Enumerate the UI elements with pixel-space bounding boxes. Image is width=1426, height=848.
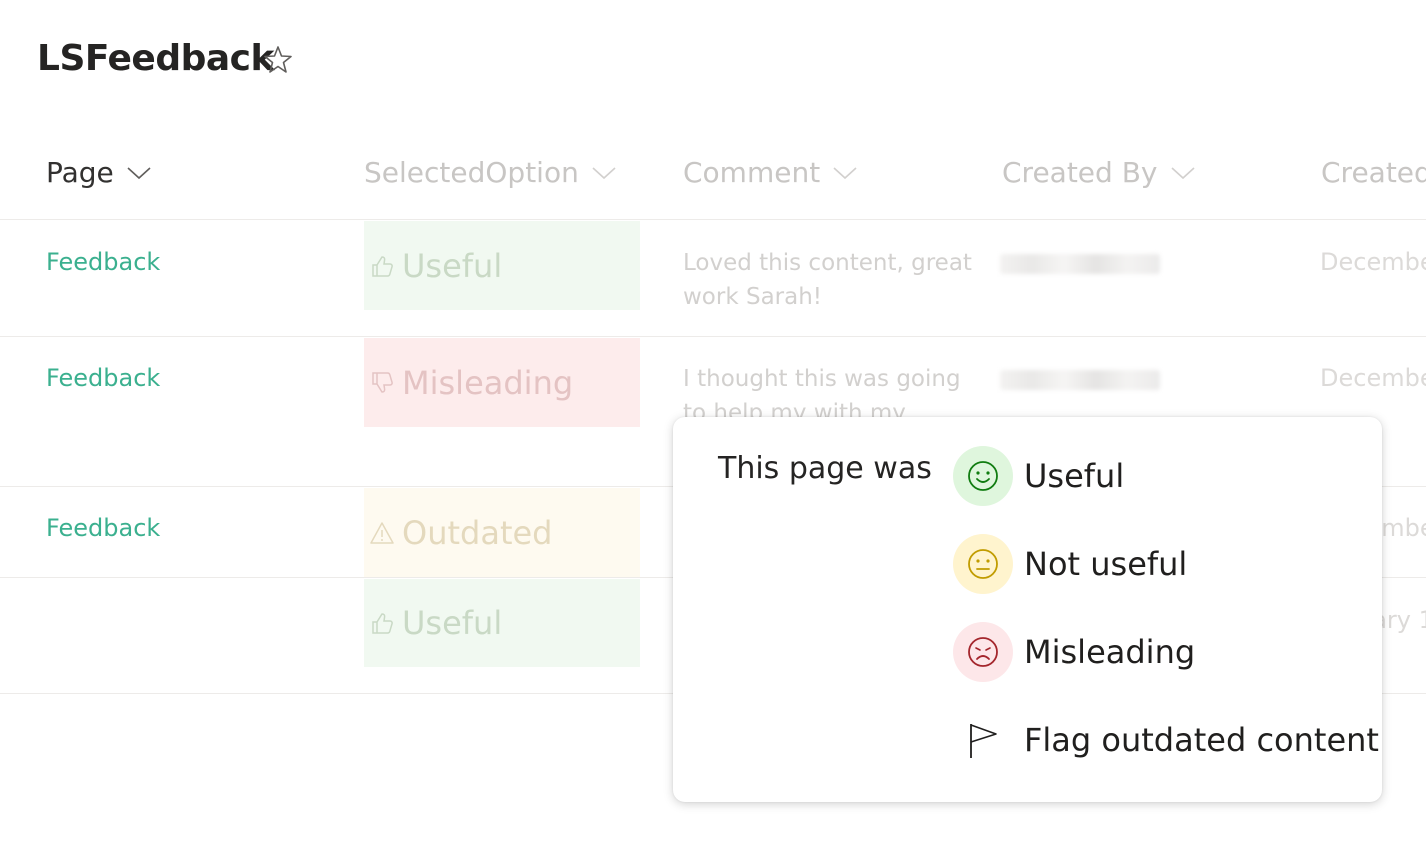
chevron-down-icon <box>1170 166 1195 179</box>
option-misleading-button[interactable]: Misleading <box>953 622 1195 682</box>
thumbs-up-icon <box>372 613 393 634</box>
comment-text: Loved this content, great work Sarah! <box>683 250 972 310</box>
page-link[interactable]: Feedback <box>46 248 160 276</box>
column-header-created[interactable]: Created <box>1321 156 1426 189</box>
neutral-face-icon <box>953 534 1013 594</box>
flag-outdated-button[interactable]: Flag outdated content <box>953 710 1379 770</box>
option-pill-useful: Useful <box>364 579 640 667</box>
page-link[interactable]: Feedback <box>46 514 160 542</box>
frown-icon <box>953 622 1013 682</box>
option-label: Misleading <box>402 363 574 402</box>
comment-text: I thought this was going to help my with… <box>683 366 961 424</box>
column-header-label: SelectedOption <box>364 156 579 189</box>
option-pill-misleading: Misleading <box>364 338 640 427</box>
column-header-label: Page <box>46 156 114 189</box>
option-label: Useful <box>402 604 503 642</box>
option-pill-useful: Useful <box>364 221 640 310</box>
created-by-redacted <box>1000 370 1160 390</box>
option-useful-label: Useful <box>1024 457 1125 495</box>
created-date: December <box>1320 364 1426 392</box>
created-by-redacted <box>1000 254 1160 274</box>
warning-icon <box>370 521 394 544</box>
option-pill-outdated: Outdated <box>364 488 640 577</box>
row-divider <box>0 336 1426 337</box>
option-useful-button[interactable]: Useful <box>953 446 1124 506</box>
option-label: Outdated <box>402 513 553 552</box>
thumbs-up-icon <box>372 255 393 277</box>
flag-outdated-label: Flag outdated content <box>1024 721 1379 759</box>
chevron-down-icon <box>833 166 857 179</box>
favorite-star-icon[interactable] <box>262 44 294 76</box>
page-title: LSFeedback <box>37 38 274 79</box>
row-divider <box>0 219 1426 220</box>
option-label: Useful <box>402 246 503 285</box>
column-header-created-by[interactable]: Created By <box>1002 156 1196 189</box>
chevron-down-icon <box>127 166 151 179</box>
popup-label: This page was <box>718 451 932 486</box>
column-header-label: Comment <box>683 156 821 189</box>
thumbs-down-icon <box>372 371 393 393</box>
column-header-label: Created By <box>1002 156 1158 189</box>
feedback-popup: This page was Useful Not useful Misleadi… <box>673 417 1382 802</box>
flag-icon <box>953 710 1013 770</box>
chevron-down-icon <box>592 166 616 179</box>
option-not-useful-button[interactable]: Not useful <box>953 534 1187 594</box>
smile-icon <box>953 446 1013 506</box>
column-header-comment[interactable]: Comment <box>683 156 858 189</box>
option-not-useful-label: Not useful <box>1024 545 1188 583</box>
column-header-page[interactable]: Page <box>46 156 152 189</box>
created-date: December <box>1320 248 1426 276</box>
column-header-selectedoption[interactable]: SelectedOption <box>364 156 617 189</box>
column-header-label: Created <box>1321 156 1426 189</box>
page-link[interactable]: Feedback <box>46 364 160 392</box>
option-misleading-label: Misleading <box>1024 633 1196 671</box>
